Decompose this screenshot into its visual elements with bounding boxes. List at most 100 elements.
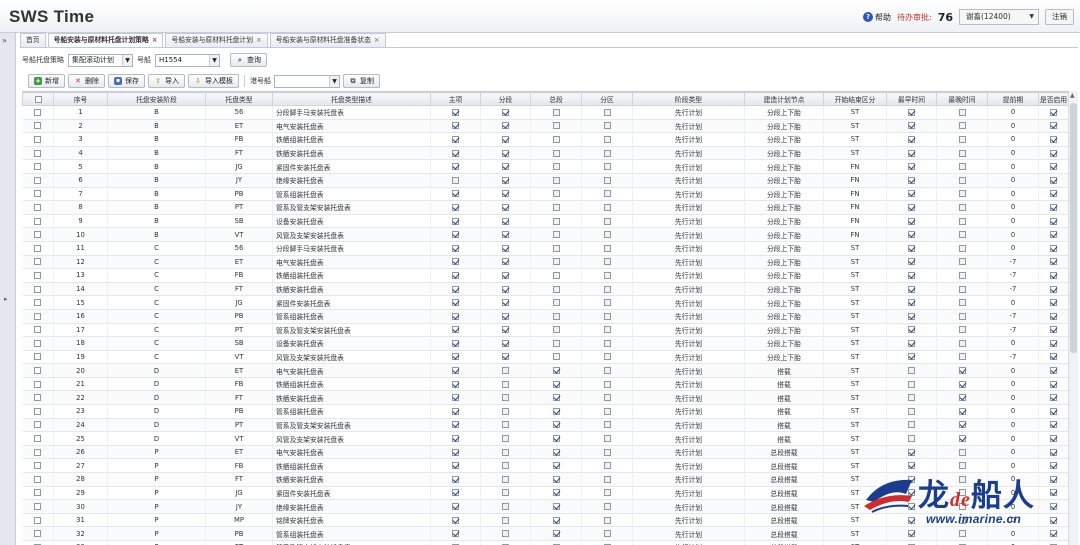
segment-checkbox[interactable] bbox=[502, 503, 509, 511]
pallet-type-cell[interactable]: VT bbox=[205, 350, 273, 365]
main-item-cell[interactable] bbox=[430, 431, 481, 446]
main-item-checkbox[interactable] bbox=[452, 407, 459, 415]
close-icon[interactable]: × bbox=[152, 36, 158, 44]
pallet-type-cell[interactable]: FB bbox=[205, 377, 273, 392]
earliest-time-checkbox[interactable] bbox=[908, 448, 915, 456]
phase-type-cell[interactable]: 先行计划 bbox=[632, 282, 745, 297]
row-select-cell[interactable] bbox=[22, 404, 54, 419]
row-number-cell[interactable]: 32 bbox=[53, 526, 108, 541]
segment-cell[interactable] bbox=[480, 513, 531, 528]
row-select-cell[interactable] bbox=[22, 295, 54, 310]
earliest-time-cell[interactable] bbox=[886, 132, 937, 147]
main-item-checkbox[interactable] bbox=[452, 258, 459, 266]
lead-time-cell[interactable]: 0 bbox=[987, 214, 1039, 229]
column-header[interactable]: 主项 bbox=[430, 92, 481, 106]
latest-time-cell[interactable] bbox=[936, 323, 988, 338]
block-cell[interactable] bbox=[530, 336, 582, 351]
zone-checkbox[interactable] bbox=[603, 489, 611, 497]
lead-time-cell[interactable]: 0 bbox=[987, 159, 1039, 174]
install-stage-cell[interactable]: B bbox=[107, 214, 206, 229]
segment-cell[interactable] bbox=[480, 323, 531, 338]
lead-time-cell[interactable]: -7 bbox=[987, 323, 1039, 338]
pallet-type-cell[interactable]: FB bbox=[205, 268, 273, 283]
main-item-cell[interactable] bbox=[430, 255, 481, 270]
main-item-cell[interactable] bbox=[430, 146, 481, 161]
block-checkbox[interactable] bbox=[552, 271, 560, 279]
block-cell[interactable] bbox=[530, 146, 582, 161]
pallet-type-cell[interactable]: PB bbox=[205, 309, 273, 324]
row-select-checkbox[interactable] bbox=[34, 108, 42, 116]
pallet-description-cell[interactable]: 铁舾安装托盘表 bbox=[272, 472, 431, 487]
enabled-cell[interactable] bbox=[1038, 390, 1068, 406]
start-end-cell[interactable]: ST bbox=[823, 363, 887, 378]
row-select-checkbox[interactable] bbox=[34, 339, 42, 347]
block-checkbox[interactable] bbox=[552, 258, 560, 266]
zone-checkbox[interactable] bbox=[603, 122, 611, 130]
block-cell[interactable] bbox=[530, 431, 582, 446]
row-number-cell[interactable]: 20 bbox=[53, 363, 108, 378]
main-item-cell[interactable] bbox=[430, 363, 481, 378]
zone-cell[interactable] bbox=[581, 268, 633, 283]
column-header[interactable]: 托盘安装阶段 bbox=[107, 92, 206, 106]
pallet-description-cell[interactable]: 铁舾组装托盘表 bbox=[272, 458, 431, 474]
main-item-cell[interactable] bbox=[430, 404, 481, 419]
block-checkbox[interactable] bbox=[552, 285, 560, 293]
start-end-cell[interactable]: FN bbox=[823, 214, 887, 229]
segment-cell[interactable] bbox=[480, 336, 531, 351]
lead-time-cell[interactable]: 0 bbox=[987, 363, 1039, 378]
block-checkbox[interactable] bbox=[552, 339, 560, 347]
block-checkbox[interactable] bbox=[552, 135, 560, 143]
segment-cell[interactable] bbox=[480, 159, 531, 174]
latest-time-checkbox[interactable] bbox=[958, 312, 966, 320]
row-select-cell[interactable] bbox=[22, 390, 54, 406]
pallet-description-cell[interactable]: 紧固件安装托盘表 bbox=[272, 159, 431, 174]
segment-cell[interactable] bbox=[480, 350, 531, 365]
copy-ship-select[interactable]: ▼ bbox=[274, 74, 340, 88]
phase-type-cell[interactable]: 先行计划 bbox=[632, 227, 745, 242]
segment-checkbox[interactable] bbox=[502, 394, 509, 402]
install-stage-cell[interactable]: B bbox=[107, 105, 206, 120]
install-stage-cell[interactable]: C bbox=[107, 295, 206, 310]
pallet-type-cell[interactable]: FT bbox=[205, 390, 273, 406]
close-icon[interactable]: × bbox=[256, 36, 262, 44]
latest-time-cell[interactable] bbox=[936, 390, 988, 406]
pallet-type-cell[interactable]: PB bbox=[205, 404, 273, 419]
enabled-cell[interactable] bbox=[1038, 445, 1068, 460]
enabled-checkbox[interactable] bbox=[1050, 108, 1057, 116]
main-item-cell[interactable] bbox=[430, 132, 481, 147]
row-select-checkbox[interactable] bbox=[34, 475, 42, 483]
zone-cell[interactable] bbox=[581, 404, 633, 419]
segment-checkbox[interactable] bbox=[502, 380, 509, 388]
pallet-description-cell[interactable]: 设备安装托盘表 bbox=[272, 214, 431, 229]
install-stage-cell[interactable]: P bbox=[107, 458, 206, 474]
table-row[interactable]: 26 P ET 电气安装托盘表 先行计划 总段搭载 ST 0 bbox=[22, 445, 1068, 460]
row-select-cell[interactable] bbox=[22, 458, 54, 474]
plan-node-cell[interactable]: 分段上下胎 bbox=[744, 309, 824, 324]
pallet-type-cell[interactable]: 56 bbox=[205, 241, 273, 256]
table-row[interactable]: 24 D PT 管系及管支架安装托盘表 先行计划 搭载 ST 0 bbox=[22, 418, 1068, 433]
zone-cell[interactable] bbox=[581, 227, 633, 242]
row-select-checkbox[interactable] bbox=[34, 122, 42, 130]
main-item-checkbox[interactable] bbox=[452, 271, 459, 279]
segment-checkbox[interactable] bbox=[502, 244, 509, 252]
install-stage-cell[interactable]: C bbox=[107, 282, 206, 297]
zone-checkbox[interactable] bbox=[603, 231, 611, 239]
zone-cell[interactable] bbox=[581, 363, 633, 378]
earliest-time-checkbox[interactable] bbox=[908, 176, 915, 184]
table-row[interactable]: 22 D FT 铁舾安装托盘表 先行计划 搭载 ST 0 bbox=[22, 390, 1068, 406]
earliest-time-checkbox[interactable] bbox=[908, 217, 915, 225]
latest-time-checkbox[interactable] bbox=[958, 353, 966, 361]
segment-checkbox[interactable] bbox=[502, 448, 509, 456]
main-item-cell[interactable] bbox=[430, 268, 481, 283]
enabled-cell[interactable] bbox=[1038, 336, 1068, 351]
segment-cell[interactable] bbox=[480, 418, 531, 433]
zone-checkbox[interactable] bbox=[603, 285, 611, 293]
start-end-cell[interactable]: FN bbox=[823, 227, 887, 242]
latest-time-checkbox[interactable] bbox=[958, 258, 966, 266]
main-item-checkbox[interactable] bbox=[452, 163, 459, 171]
segment-cell[interactable] bbox=[480, 458, 531, 474]
enabled-cell[interactable] bbox=[1038, 363, 1068, 378]
pallet-description-cell[interactable]: 风管及支架安装托盘表 bbox=[272, 227, 431, 242]
latest-time-cell[interactable] bbox=[936, 377, 988, 392]
start-end-cell[interactable]: ST bbox=[823, 146, 887, 161]
